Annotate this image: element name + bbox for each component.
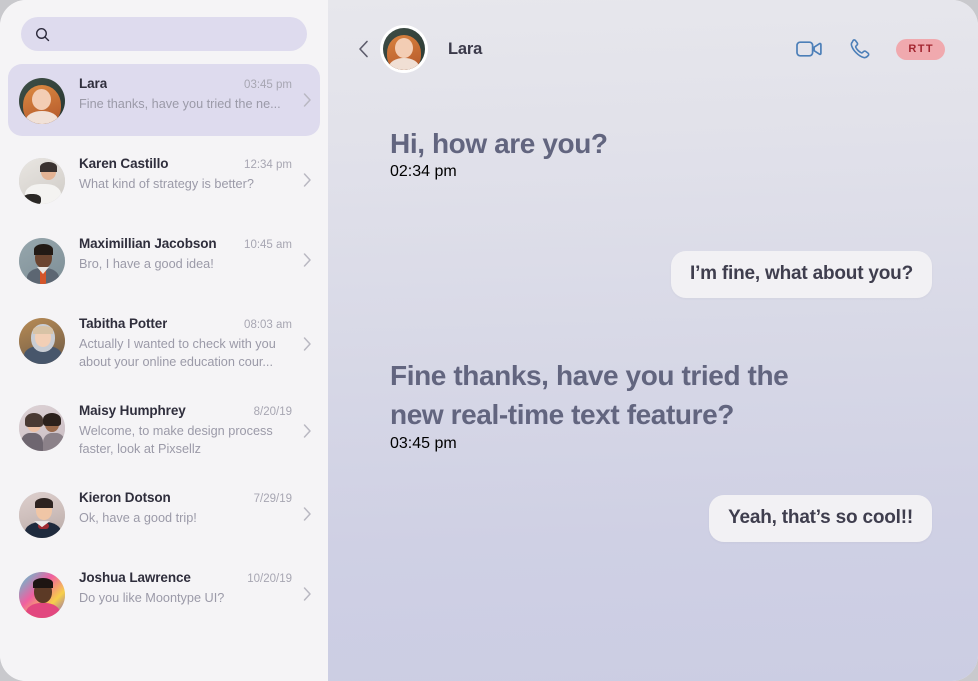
conversation-timestamp: 8/20/19 (253, 406, 292, 419)
chat-contact-name: Lara (448, 39, 483, 58)
conversation-preview: Welcome, to make design process faster, … (79, 424, 273, 456)
conversation-item[interactable]: Karen Castillo 12:34 pm What kind of strat… (8, 144, 320, 216)
message-list: Hi, how are you? 02:34 pm I’m fine, what a… (328, 124, 978, 542)
conversation-timestamp: 7/29/19 (253, 493, 292, 506)
conversation-body: Maisy Humphrey 8/20/19 Welcome, to make de… (79, 403, 310, 458)
chevron-right-icon[interactable] (303, 507, 312, 522)
conversation-preview: Do you like Moontype UI? (79, 591, 225, 606)
video-camera-icon[interactable] (796, 40, 823, 58)
conversation-timestamp: 10/20/19 (247, 573, 292, 586)
chat-app-window: Lara 03:45 pm Fine thanks, have you tried … (0, 0, 978, 681)
conversation-body: Kieron Dotson 7/29/19 Ok, have a good trip… (79, 490, 310, 528)
conversation-name: Kieron Dotson (79, 490, 171, 506)
search-icon (35, 27, 50, 42)
conversation-item[interactable]: Joshua Lawrence 10/20/19 Do you like Moont… (8, 558, 320, 630)
conversation-timestamp: 08:03 am (244, 319, 292, 331)
conversation-name: Maisy Humphrey (79, 403, 186, 419)
conversation-item[interactable]: Kieron Dotson 7/29/19 Ok, have a good trip… (8, 478, 320, 550)
conversation-body: Tabitha Potter 08:03 am Actually I wanted … (79, 316, 310, 371)
avatar (19, 572, 65, 619)
chevron-right-icon[interactable] (303, 253, 312, 268)
conversation-header-row: Karen Castillo 12:34 pm (79, 156, 292, 171)
search-box[interactable] (21, 17, 307, 51)
outgoing-message: I’m fine, what about you? (390, 251, 932, 299)
search-bar-container (0, 0, 328, 51)
conversation-preview: Fine thanks, have you tried the ne... (79, 97, 281, 111)
conversation-name: Karen Castillo (79, 156, 169, 171)
header-actions: RTT (796, 38, 945, 60)
conversation-body: Karen Castillo 12:34 pm What kind of strat… (79, 156, 310, 194)
conversation-item[interactable]: Maximillian Jacobson 10:45 am Bro, I have … (8, 224, 320, 296)
conversation-item[interactable]: Maisy Humphrey 8/20/19 Welcome, to make de… (8, 391, 320, 470)
conversation-name: Tabitha Potter (79, 316, 168, 331)
conversation-header-row: Maisy Humphrey 8/20/19 (79, 403, 292, 418)
conversation-item[interactable]: Tabitha Potter 08:03 am Actually I wanted … (8, 304, 320, 383)
conversation-body: Joshua Lawrence 10/20/19 Do you like Moont… (79, 570, 310, 608)
conversation-timestamp: 03:45 pm (244, 79, 292, 91)
header-avatar[interactable] (383, 28, 425, 70)
message-timestamp: 03:45 pm (390, 434, 457, 452)
message-text: Yeah, that’s so cool!! (709, 494, 932, 542)
message-text: Hi, how are you? (390, 128, 608, 159)
conversation-header-row: Lara 03:45 pm (79, 76, 292, 91)
avatar (19, 158, 65, 204)
outgoing-message: Yeah, that’s so cool!! (390, 494, 932, 542)
message-text: Fine thanks, have you tried the new real… (390, 360, 789, 431)
message-timestamp: 02:34 pm (390, 163, 457, 181)
conversation-name: Joshua Lawrence (79, 570, 191, 586)
conversation-preview: Actually I wanted to check with you abou… (79, 337, 276, 369)
conversation-timestamp: 10:45 am (244, 239, 292, 251)
chevron-right-icon[interactable] (303, 173, 312, 188)
chevron-right-icon[interactable] (303, 423, 312, 438)
incoming-message: Fine thanks, have you tried the new real… (390, 356, 932, 452)
conversation-name: Maximillian Jacobson (79, 236, 217, 251)
conversation-body: Maximillian Jacobson 10:45 am Bro, I have … (79, 236, 310, 274)
conversation-header-row: Joshua Lawrence 10/20/19 (79, 570, 292, 585)
conversation-timestamp: 12:34 pm (244, 159, 292, 171)
rtt-badge[interactable]: RTT (896, 38, 945, 60)
conversation-preview: Ok, have a good trip! (79, 511, 197, 526)
conversation-header-row: Kieron Dotson 7/29/19 (79, 490, 292, 505)
avatar (19, 318, 65, 364)
avatar (19, 78, 65, 124)
conversation-list[interactable]: Lara 03:45 pm Fine thanks, have you tried … (0, 64, 328, 630)
conversation-item[interactable]: Lara 03:45 pm Fine thanks, have you tried … (8, 64, 320, 136)
chevron-right-icon[interactable] (303, 336, 312, 351)
chat-pane: Lara RTT Hi, how are you? 02:34 pm I’m fin… (328, 0, 978, 681)
conversation-name: Lara (79, 76, 108, 91)
avatar (19, 492, 65, 539)
back-button[interactable] (354, 34, 377, 64)
conversation-preview: What kind of strategy is better? (79, 177, 254, 191)
avatar (19, 405, 65, 452)
conversation-sidebar: Lara 03:45 pm Fine thanks, have you tried … (0, 0, 328, 681)
chevron-right-icon[interactable] (303, 587, 312, 602)
conversation-preview: Bro, I have a good idea! (79, 257, 214, 271)
conversation-body: Lara 03:45 pm Fine thanks, have you tried … (79, 76, 310, 114)
incoming-message: Hi, how are you? 02:34 pm (390, 124, 932, 181)
message-text: I’m fine, what about you? (670, 251, 932, 299)
chevron-right-icon[interactable] (303, 93, 312, 108)
search-input[interactable] (59, 26, 279, 42)
conversation-header-row: Tabitha Potter 08:03 am (79, 316, 292, 331)
conversation-header-row: Maximillian Jacobson 10:45 am (79, 236, 292, 251)
chat-header: Lara RTT (328, 0, 978, 98)
avatar (19, 238, 65, 284)
phone-icon[interactable] (848, 38, 870, 60)
